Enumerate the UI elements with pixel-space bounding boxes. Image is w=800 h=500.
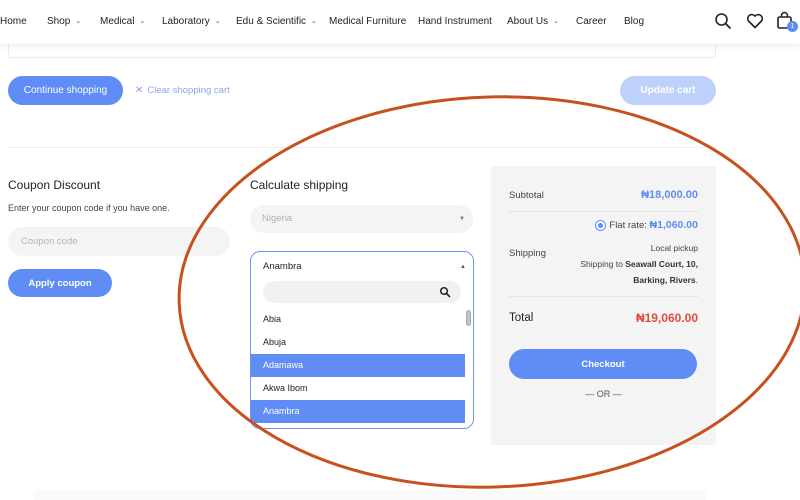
- local-pickup-option[interactable]: Local pickup: [651, 243, 698, 253]
- nav-item-hand-instrument[interactable]: Hand Instrument: [418, 16, 492, 27]
- flat-rate-option[interactable]: Flat rate: ₦1,060.00: [609, 219, 698, 231]
- state-select-value: Anambra: [263, 261, 302, 272]
- nav-item-about-us[interactable]: About Us ⌄: [507, 16, 559, 27]
- nav-item-medical-furniture[interactable]: Medical Furniture: [329, 16, 406, 27]
- cart-totals-panel: Subtotal ₦18,000.00 Flat rate: ₦1,060.00…: [491, 166, 716, 445]
- total-label: Total: [509, 312, 534, 324]
- continue-shopping-button[interactable]: Continue shopping: [8, 76, 123, 105]
- chevron-down-icon: ⌄: [311, 18, 317, 25]
- shipping-destination: Shipping to Seawall Court, 10,: [580, 259, 698, 269]
- nav-item-laboratory[interactable]: Laboratory ⌄: [162, 16, 221, 27]
- update-cart-button[interactable]: Update cart: [620, 76, 716, 105]
- nav-item-blog[interactable]: Blog: [624, 16, 644, 27]
- nav-item-home[interactable]: Home: [0, 16, 27, 27]
- nav-item-medical[interactable]: Medical ⌄: [100, 16, 145, 27]
- cart-table-edge: [8, 44, 716, 58]
- state-option-adamawa[interactable]: Adamawa: [251, 354, 465, 377]
- section-divider: [8, 147, 716, 148]
- dropdown-scrollbar[interactable]: [466, 310, 471, 326]
- shipping-destination-line2: Barking, Rivers.: [633, 275, 698, 285]
- chevron-down-icon: ⌄: [75, 18, 82, 25]
- state-option-akwa-ibom[interactable]: Akwa Ibom: [251, 377, 465, 400]
- state-search-input[interactable]: [263, 281, 461, 303]
- caret-down-icon: ▼: [459, 216, 465, 222]
- shipping-label: Shipping: [509, 248, 546, 259]
- totals-divider: [509, 296, 698, 297]
- cart-button[interactable]: 1: [775, 11, 798, 32]
- country-select[interactable]: Nigeria ▼: [250, 205, 473, 233]
- search-icon: [439, 286, 451, 298]
- chevron-down-icon: ⌄: [214, 18, 221, 25]
- caret-up-icon: ▲: [460, 264, 466, 270]
- nav-item-career[interactable]: Career: [576, 16, 607, 27]
- apply-coupon-button[interactable]: Apply coupon: [8, 269, 112, 297]
- country-select-value: Nigeria: [262, 213, 293, 224]
- footer-edge: [35, 492, 705, 500]
- state-options-list: Abia Abuja Adamawa Akwa Ibom Anambra: [251, 308, 465, 423]
- or-separator: — OR —: [585, 389, 622, 399]
- flat-rate-radio[interactable]: [595, 220, 606, 231]
- cart-count-badge: 1: [787, 21, 798, 32]
- state-dropdown[interactable]: Anambra ▲ Abia Abuja Adamawa Akwa Ibom A…: [250, 251, 474, 429]
- checkout-button[interactable]: Checkout: [509, 349, 697, 379]
- nav-item-edu-scientific[interactable]: Edu & Scientific ⌄: [236, 16, 317, 27]
- coupon-input[interactable]: [8, 227, 230, 256]
- subtotal-value: ₦18,000.00: [641, 189, 698, 201]
- state-option-abuja[interactable]: Abuja: [251, 331, 465, 354]
- site-header: Home Shop ⌄ Medical ⌄ Laboratory ⌄ Edu & Sc…: [0, 0, 800, 44]
- nav-item-shop[interactable]: Shop ⌄: [47, 16, 81, 27]
- total-value: ₦19,060.00: [635, 311, 698, 325]
- heart-icon[interactable]: [745, 11, 765, 31]
- totals-divider: [509, 211, 698, 212]
- search-icon[interactable]: [713, 11, 733, 31]
- chevron-down-icon: ⌄: [553, 18, 560, 25]
- close-icon: ✕: [135, 85, 144, 96]
- shipping-title: Calculate shipping: [250, 178, 349, 192]
- subtotal-label: Subtotal: [509, 190, 544, 201]
- coupon-description: Enter your coupon code if you have one.: [8, 203, 170, 213]
- state-option-abia[interactable]: Abia: [251, 308, 465, 331]
- coupon-title: Coupon Discount: [8, 178, 101, 192]
- chevron-down-icon: ⌄: [139, 18, 146, 25]
- state-option-anambra[interactable]: Anambra: [251, 400, 465, 423]
- clear-cart-link[interactable]: ✕ Clear shopping cart: [135, 85, 230, 96]
